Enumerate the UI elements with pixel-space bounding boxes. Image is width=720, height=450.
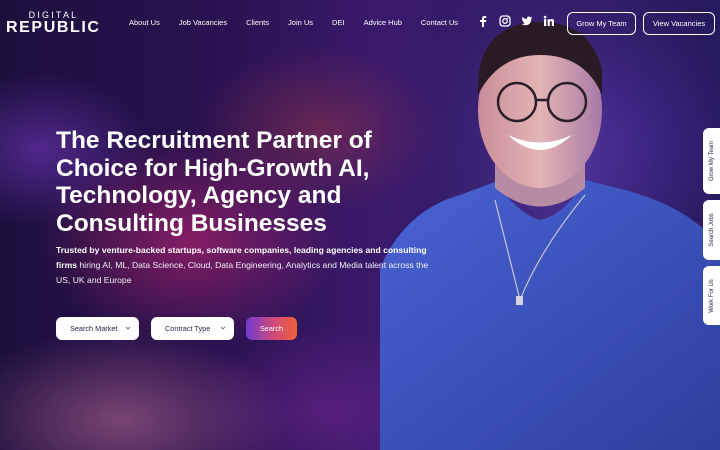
side-tab-grow-label: Grow My Team <box>708 140 715 182</box>
nav-item-job-vacancies[interactable]: Job Vacancies <box>179 18 227 27</box>
linkedin-icon[interactable] <box>543 15 555 27</box>
social-links <box>477 15 565 27</box>
nav-item-join-us[interactable]: Join Us <box>288 18 313 27</box>
digital-republic-logo[interactable]: DIGITAL REPUBLIC <box>6 10 101 36</box>
nav-item-dei[interactable]: DEI <box>332 18 345 27</box>
nav-item-clients[interactable]: Clients <box>246 18 269 27</box>
hero-subtitle-rest: hiring AI, ML, Data Science, Cloud, Data… <box>56 260 429 285</box>
search-market-label: Search Market <box>70 324 118 333</box>
hero-subtitle: Trusted by venture-backed startups, soft… <box>56 243 436 288</box>
nav-item-contact-us[interactable]: Contact Us <box>421 18 458 27</box>
nav-item-advice-hub[interactable]: Advice Hub <box>364 18 402 27</box>
view-vacancies-button[interactable]: View Vacancies <box>643 12 715 35</box>
instagram-icon[interactable] <box>499 15 511 27</box>
twitter-icon[interactable] <box>521 15 533 27</box>
search-market-select[interactable]: Search Market <box>56 317 139 340</box>
search-button[interactable]: Search <box>246 317 297 340</box>
side-tab-search-jobs[interactable]: Search Jobs <box>703 200 720 260</box>
chevron-down-icon <box>125 326 131 330</box>
logo-bottom-text: REPUBLIC <box>6 19 101 36</box>
chevron-down-icon <box>220 326 226 330</box>
facebook-icon[interactable] <box>477 15 489 27</box>
side-tab-grow-my-team[interactable]: Grow My Team <box>703 128 720 194</box>
contract-type-select[interactable]: Contract Type <box>151 317 234 340</box>
side-tab-work-for-us[interactable]: Work For Us <box>703 266 720 325</box>
hero-person-photo <box>380 0 720 450</box>
side-tab-work-label: Work For Us <box>708 278 715 313</box>
main-nav: About Us Job Vacancies Clients Join Us D… <box>129 18 477 27</box>
hero-title: The Recruitment Partner of Choice for Hi… <box>56 127 372 237</box>
nav-item-about-us[interactable]: About Us <box>129 18 160 27</box>
contract-type-label: Contract Type <box>165 324 211 333</box>
side-tab-jobs-label: Search Jobs <box>708 213 715 247</box>
grow-my-team-button[interactable]: Grow My Team <box>567 12 636 35</box>
